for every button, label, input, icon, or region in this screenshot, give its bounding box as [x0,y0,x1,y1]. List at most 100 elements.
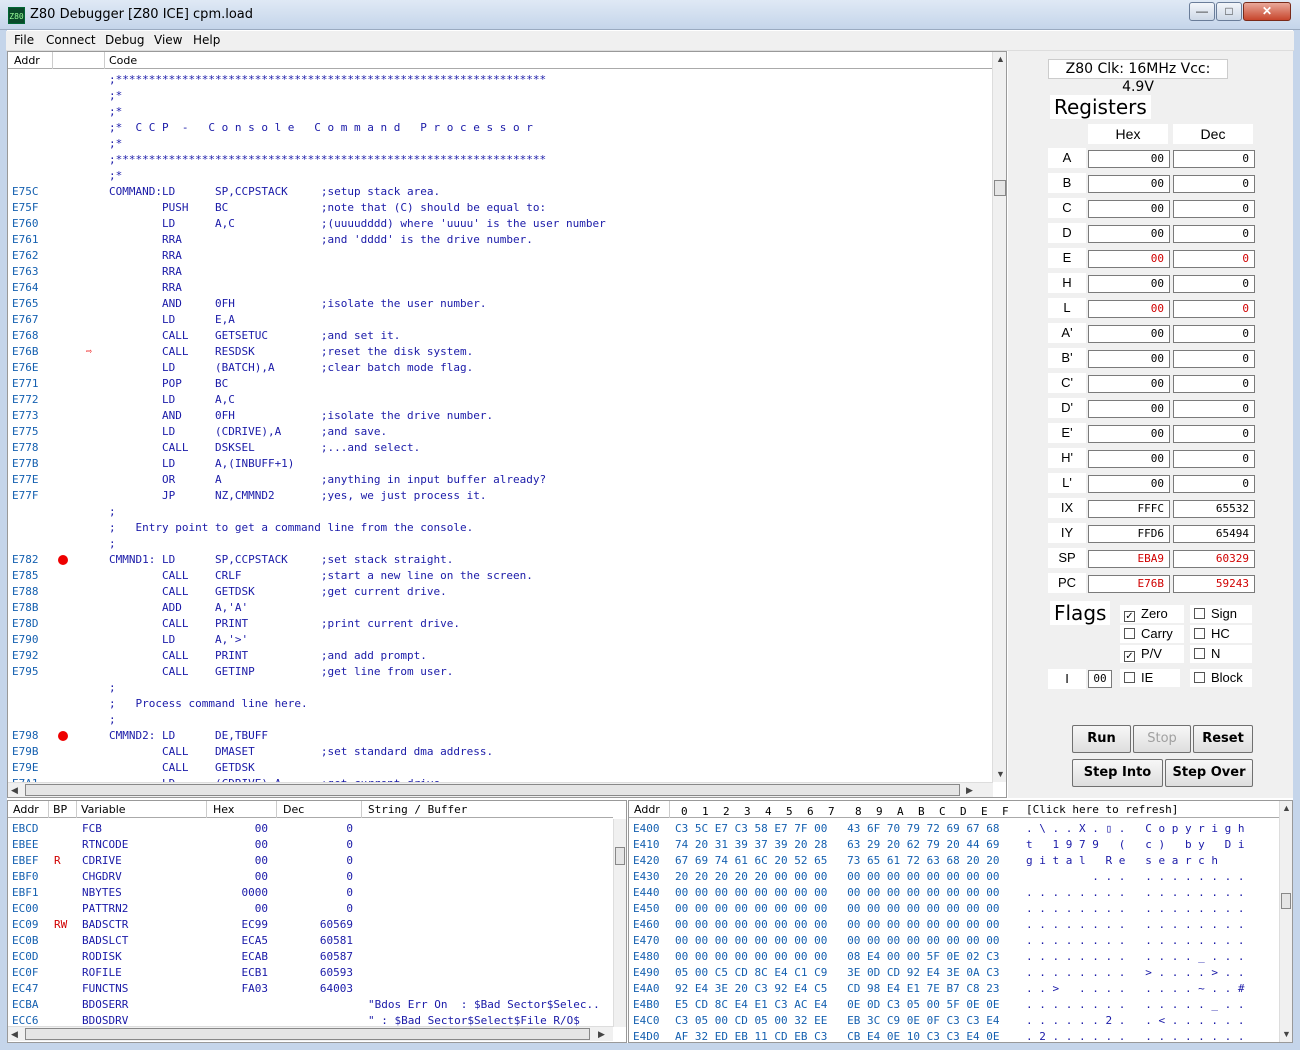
flag-sign[interactable]: Sign [1190,605,1252,623]
register-dec-c-alt[interactable]: 0 [1173,375,1255,393]
menu-help[interactable]: Help [193,33,220,47]
scroll-right-icon[interactable]: ▶ [966,785,973,796]
code-line[interactable]: E77B LD A,(INBUFF+1) [8,456,993,472]
variable-row[interactable]: EC0D RODISK ECAB 60587 [8,949,613,965]
scroll-left-icon[interactable]: ◀ [11,1029,18,1040]
register-dec-pc[interactable]: 59243 [1173,575,1255,593]
register-hex-a-alt[interactable]: 00 [1088,325,1170,343]
maximize-button[interactable]: □ [1216,2,1242,21]
var-col-bp[interactable]: BP [53,803,67,816]
register-hex-d-alt[interactable]: 00 [1088,400,1170,418]
ie-flag[interactable]: IE [1120,669,1180,687]
scroll-left-icon[interactable]: ◀ [11,785,18,796]
code-line[interactable]: E78B ADD A,'A' [8,600,993,616]
variable-row[interactable]: EBF0 CHGDRV 00 0 [8,869,613,885]
register-dec-sp[interactable]: 60329 [1173,550,1255,568]
code-line[interactable]: E792 CALL PRINT ;and add prompt. [8,648,993,664]
register-hex-b-alt[interactable]: 00 [1088,350,1170,368]
flag-carry[interactable]: Carry [1120,625,1184,643]
register-dec-c[interactable]: 0 [1173,200,1255,218]
i-register-field[interactable]: 00 [1088,670,1112,688]
checkbox-icon[interactable]: ✓ [1124,651,1135,662]
code-line[interactable]: E795 CALL GETINP ;get line from user. [8,664,993,680]
menu-debug[interactable]: Debug [105,33,144,47]
memory-row[interactable]: E400 C3 5C E7 C3 58 E7 7F 00 43 6F 70 79 … [629,821,1279,837]
register-dec-d-alt[interactable]: 0 [1173,400,1255,418]
scroll-down-icon[interactable]: ▼ [1282,1029,1291,1039]
code-line[interactable]: ; Entry point to get a command line from… [8,520,993,536]
memory-row[interactable]: E420 67 69 74 61 6C 20 52 65 73 65 61 72 … [629,853,1279,869]
code-line[interactable]: E760 LD A,C ;(uuuudddd) where 'uuuu' is … [8,216,993,232]
step-into-button[interactable]: Step Into [1072,759,1163,787]
code-line[interactable]: E782 CMMND1: LD SP,CCPSTACK ;set stack st… [8,552,993,568]
code-line[interactable]: E772 LD A,C [8,392,993,408]
register-dec-b[interactable]: 0 [1173,175,1255,193]
reset-button[interactable]: Reset [1193,725,1253,753]
register-dec-h-alt[interactable]: 0 [1173,450,1255,468]
run-button[interactable]: Run [1072,725,1131,753]
register-hex-ix[interactable]: FFFC [1088,500,1170,518]
code-line[interactable]: E77E OR A ;anything in input buffer alre… [8,472,993,488]
breakpoint-icon[interactable] [58,731,68,741]
register-hex-h[interactable]: 00 [1088,275,1170,293]
code-line[interactable]: ; [8,680,993,696]
memory-row[interactable]: E440 00 00 00 00 00 00 00 00 00 00 00 00 … [629,885,1279,901]
code-line[interactable]: ;* [8,136,993,152]
code-line[interactable]: E79B CALL DMASET ;set standard dma addre… [8,744,993,760]
scroll-up-icon[interactable]: ▲ [1282,803,1291,813]
col-addr-header[interactable]: Addr [14,54,40,67]
code-line[interactable]: ;* [8,168,993,184]
code-line[interactable]: ; [8,712,993,728]
register-hex-c-alt[interactable]: 00 [1088,375,1170,393]
scroll-up-icon[interactable]: ▲ [996,54,1005,64]
code-line[interactable]: E75F PUSH BC ;note that (C) should be eq… [8,200,993,216]
code-line[interactable]: E778 CALL DSKSEL ;...and select. [8,440,993,456]
code-line[interactable]: E798 CMMND2: LD DE,TBUFF [8,728,993,744]
checkbox-icon[interactable] [1194,608,1205,619]
code-line[interactable]: ; [8,504,993,520]
memory-row[interactable]: E410 74 20 31 39 37 39 20 28 63 29 20 62 … [629,837,1279,853]
scroll-thumb[interactable] [994,180,1006,196]
variables-list[interactable]: EBCD FCB 00 0 EBEE RTNCODE 00 0 EBEF R CDRIVE 00 0 EB… [8,821,613,1026]
scroll-right-icon[interactable]: ▶ [598,1029,605,1040]
memory-row[interactable]: E4A0 92 E4 3E 20 C3 92 E4 C5 CD 98 E4 E1 … [629,981,1279,997]
checkbox-icon[interactable]: ✓ [1124,611,1135,622]
register-hex-d[interactable]: 00 [1088,225,1170,243]
variable-row[interactable]: ECBA BDOSERR "Bdos Err On : $Bad Sector$Se… [8,997,613,1013]
memory-row[interactable]: E4C0 C3 05 00 CD 05 00 32 EE EB 3C C9 0E … [629,1013,1279,1029]
code-line[interactable]: ;***************************************… [8,72,993,88]
register-hex-sp[interactable]: EBA9 [1088,550,1170,568]
code-line[interactable]: E768 CALL GETSETUC ;and set it. [8,328,993,344]
checkbox-icon[interactable] [1194,628,1205,639]
checkbox-icon[interactable] [1124,628,1135,639]
code-line[interactable]: E762 RRA [8,248,993,264]
code-line[interactable]: E790 LD A,'>' [8,632,993,648]
refresh-link[interactable]: [Click here to refresh] [1026,803,1178,816]
var-col-variable[interactable]: Variable [81,803,126,816]
memory-vertical-scrollbar[interactable]: ▲ ▼ [1279,801,1292,1042]
variables-horizontal-scrollbar[interactable]: ◀ ▶ [8,1026,613,1041]
variables-vertical-scrollbar[interactable] [613,819,626,1027]
register-dec-d[interactable]: 0 [1173,225,1255,243]
register-dec-e-alt[interactable]: 0 [1173,425,1255,443]
register-hex-iy[interactable]: FFD6 [1088,525,1170,543]
register-dec-l-alt[interactable]: 0 [1173,475,1255,493]
code-line[interactable]: E764 RRA [8,280,993,296]
breakpoint-icon[interactable] [58,555,68,565]
code-line[interactable]: E771 POP BC [8,376,993,392]
memory-row[interactable]: E4D0 AF 32 ED EB 11 CD EB C3 CB E4 0E 10 … [629,1029,1279,1042]
col-code-header[interactable]: Code [109,54,137,67]
scroll-thumb[interactable] [1281,893,1291,909]
checkbox-icon[interactable] [1194,672,1205,683]
code-line[interactable]: E78D CALL PRINT ;print current drive. [8,616,993,632]
stop-button[interactable]: Stop [1133,725,1191,753]
scroll-down-icon[interactable]: ▼ [996,769,1005,779]
memory-dump[interactable]: E400 C3 5C E7 C3 58 E7 7F 00 43 6F 70 79 … [629,821,1279,1042]
variable-row[interactable]: ECC6 BDOSDRV " : $Bad Sector$Select$File R… [8,1013,613,1026]
register-dec-e[interactable]: 0 [1173,250,1255,268]
hscroll-thumb[interactable] [25,1028,590,1040]
code-vertical-scrollbar[interactable]: ▲ ▼ [992,52,1006,782]
code-line[interactable]: ;* [8,104,993,120]
code-line[interactable]: E785 CALL CRLF ;start a new line on the … [8,568,993,584]
register-dec-a-alt[interactable]: 0 [1173,325,1255,343]
